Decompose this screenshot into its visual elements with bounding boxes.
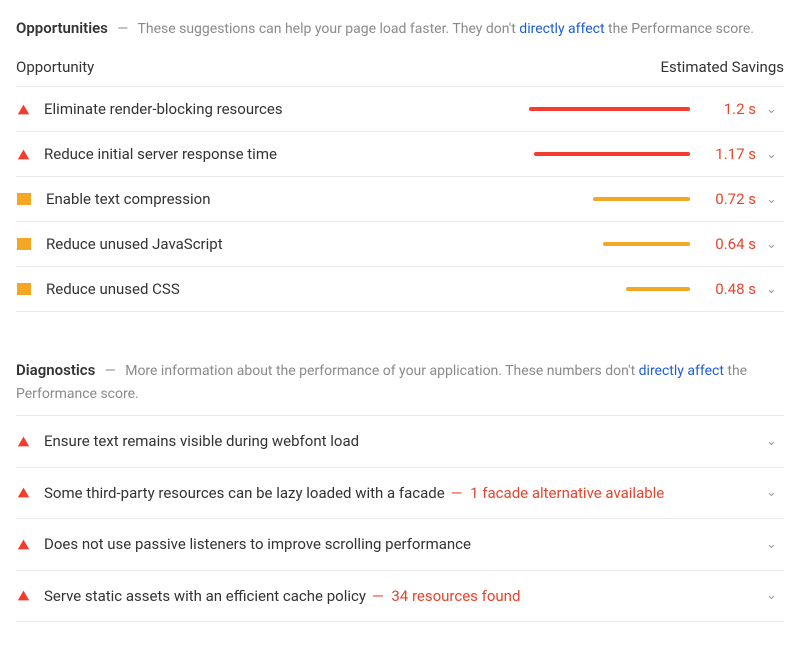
col-opportunity: Opportunity [16, 58, 94, 76]
savings-value: 0.64 s [700, 235, 756, 253]
opportunities-header: Opportunities — These suggestions can he… [16, 12, 784, 50]
diagnostic-badge: 1 facade alternative available [466, 484, 664, 502]
chevron-down-icon[interactable]: ⌄ [766, 485, 784, 500]
diagnostics-list: Ensure text remains visible during webfo… [16, 416, 784, 622]
opportunity-row[interactable]: Enable text compression 0.72 s ⌄ [16, 177, 784, 222]
savings-bar [460, 197, 690, 201]
diagnostic-row[interactable]: Does not use passive listeners to improv… [16, 519, 784, 571]
diagnostics-description: More information about the performance o… [16, 363, 747, 401]
opportunities-title: Opportunities [16, 19, 108, 37]
triangle-icon [16, 589, 30, 603]
opportunity-label: Reduce unused CSS [46, 280, 450, 298]
diagnostic-row[interactable]: Ensure text remains visible during webfo… [16, 416, 784, 468]
opportunity-label: Enable text compression [46, 190, 450, 208]
chevron-down-icon[interactable]: ⌄ [766, 434, 784, 449]
savings-bar [460, 287, 690, 291]
opportunity-label: Eliminate render-blocking resources [44, 100, 450, 118]
diagnostic-label: Ensure text remains visible during webfo… [44, 430, 756, 453]
opportunity-row[interactable]: Eliminate render-blocking resources 1.2 s… [16, 87, 784, 132]
opportunity-row[interactable]: Reduce unused CSS 0.48 s ⌄ [16, 267, 784, 312]
diagnostic-label: Serve static assets with an efficient ca… [44, 585, 756, 608]
triangle-icon [16, 147, 30, 161]
diagnostics-title: Diagnostics [16, 361, 95, 379]
triangle-icon [16, 486, 30, 500]
savings-bar [460, 107, 690, 111]
chevron-down-icon[interactable]: ⌄ [766, 237, 784, 252]
diagnostic-row[interactable]: Some third-party resources can be lazy l… [16, 468, 784, 520]
savings-value: 0.48 s [700, 280, 756, 298]
opportunities-column-headers: Opportunity Estimated Savings [16, 50, 784, 87]
square-icon [17, 193, 31, 205]
opportunity-label: Reduce initial server response time [44, 145, 450, 163]
triangle-icon [16, 434, 30, 448]
separator-dash: — [105, 363, 116, 379]
opportunity-label: Reduce unused JavaScript [46, 235, 450, 253]
savings-bar [460, 242, 690, 246]
diagnostic-label: Some third-party resources can be lazy l… [44, 482, 756, 505]
savings-value: 0.72 s [700, 190, 756, 208]
diagnostic-label: Does not use passive listeners to improv… [44, 533, 756, 556]
chevron-down-icon[interactable]: ⌄ [766, 537, 784, 552]
square-icon [17, 238, 31, 250]
savings-value: 1.17 s [700, 145, 756, 163]
opportunities-list: Eliminate render-blocking resources 1.2 s… [16, 87, 784, 312]
savings-bar [460, 152, 690, 156]
savings-value: 1.2 s [700, 100, 756, 118]
directly-affect-link[interactable]: directly affect [519, 21, 604, 37]
col-savings: Estimated Savings [661, 58, 785, 76]
triangle-icon [16, 102, 30, 116]
diagnostics-header: Diagnostics — More information about the… [16, 354, 784, 416]
square-icon [17, 283, 31, 295]
opportunity-row[interactable]: Reduce unused JavaScript 0.64 s ⌄ [16, 222, 784, 267]
triangle-icon [16, 537, 30, 551]
chevron-down-icon[interactable]: ⌄ [766, 147, 784, 162]
separator-dash: — [117, 21, 128, 37]
chevron-down-icon[interactable]: ⌄ [766, 102, 784, 117]
opportunities-description: These suggestions can help your page loa… [138, 21, 754, 37]
directly-affect-link[interactable]: directly affect [639, 363, 724, 379]
diagnostic-row[interactable]: Serve static assets with an efficient ca… [16, 571, 784, 623]
opportunity-row[interactable]: Reduce initial server response time 1.17 … [16, 132, 784, 177]
chevron-down-icon[interactable]: ⌄ [766, 192, 784, 207]
chevron-down-icon[interactable]: ⌄ [766, 588, 784, 603]
chevron-down-icon[interactable]: ⌄ [766, 282, 784, 297]
diagnostic-badge: 34 resources found [388, 587, 521, 605]
